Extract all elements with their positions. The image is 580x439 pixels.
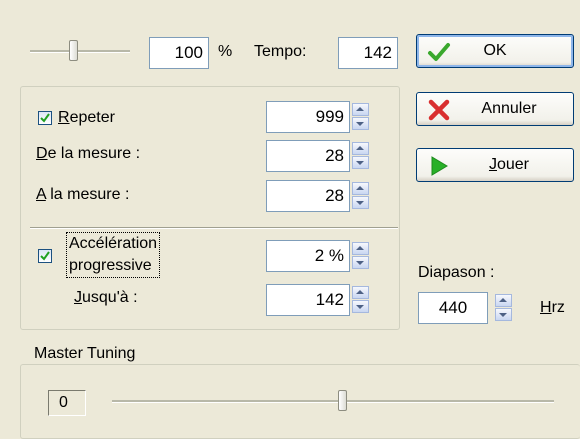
to-measure-spinner[interactable]: [352, 182, 369, 210]
repeat-count-field[interactable]: 999: [266, 101, 350, 133]
spin-down-button[interactable]: [352, 196, 369, 209]
spin-up-button[interactable]: [352, 103, 369, 116]
from-measure-label: De la mesure :: [36, 145, 141, 162]
from-measure-spinner[interactable]: [352, 142, 369, 170]
tempo-field[interactable]: 142: [338, 37, 398, 69]
spin-down-button[interactable]: [352, 300, 369, 313]
from-measure-field[interactable]: 28: [266, 140, 350, 172]
speed-slider-thumb[interactable]: [69, 40, 78, 61]
ok-button[interactable]: OK: [416, 34, 574, 68]
spin-down-button[interactable]: [352, 156, 369, 169]
acceleration-checkbox[interactable]: [38, 249, 52, 263]
cancel-label: Annuler: [481, 100, 537, 117]
diapason-spinner[interactable]: [495, 294, 512, 322]
spin-down-button[interactable]: [352, 117, 369, 130]
speed-slider-track: [30, 50, 130, 53]
master-tuning-value: 0: [48, 390, 86, 416]
master-tuning-track: [112, 400, 554, 403]
spin-up-button[interactable]: [352, 242, 369, 255]
spin-up-button[interactable]: [352, 142, 369, 155]
percent-label: %: [218, 43, 233, 60]
tempo-label: Tempo:: [254, 43, 307, 60]
spin-up-button[interactable]: [495, 294, 512, 307]
play-label: Jouer: [488, 156, 530, 173]
cancel-button[interactable]: Annuler: [416, 92, 574, 126]
master-tuning-thumb[interactable]: [338, 390, 347, 411]
repeat-checkbox[interactable]: [38, 111, 52, 125]
repeat-count-spinner[interactable]: [352, 103, 369, 131]
to-measure-label: A la mesure :: [36, 186, 130, 203]
master-tuning-slider[interactable]: [112, 386, 554, 416]
group-divider: [30, 227, 398, 229]
hrz-label: Hrz: [540, 299, 565, 316]
spin-down-button[interactable]: [495, 308, 512, 321]
spin-up-button[interactable]: [352, 286, 369, 299]
spin-up-button[interactable]: [352, 182, 369, 195]
until-field[interactable]: 142: [266, 284, 350, 316]
repeat-label: Repeter: [58, 109, 115, 126]
acceleration-field[interactable]: 2 %: [266, 240, 350, 272]
spin-down-button[interactable]: [352, 256, 369, 269]
checkmark-icon: [40, 251, 50, 261]
until-label: Jusqu'à :: [74, 289, 138, 306]
acceleration-label-line2: progressive: [69, 257, 152, 274]
speed-slider[interactable]: [30, 35, 130, 65]
master-tuning-title: Master Tuning: [32, 344, 138, 364]
until-spinner[interactable]: [352, 286, 369, 314]
checkmark-icon: [40, 113, 50, 123]
diapason-label: Diapason :: [418, 264, 495, 281]
acceleration-spinner[interactable]: [352, 242, 369, 270]
diapason-field[interactable]: 440: [418, 292, 488, 324]
ok-label: OK: [483, 42, 507, 59]
acceleration-label-line1: Accélération: [69, 235, 158, 252]
acceleration-label: Accélération progressive: [66, 232, 161, 278]
to-measure-field[interactable]: 28: [266, 180, 350, 212]
speed-field[interactable]: 100: [149, 37, 209, 69]
play-button[interactable]: Jouer: [416, 148, 574, 182]
